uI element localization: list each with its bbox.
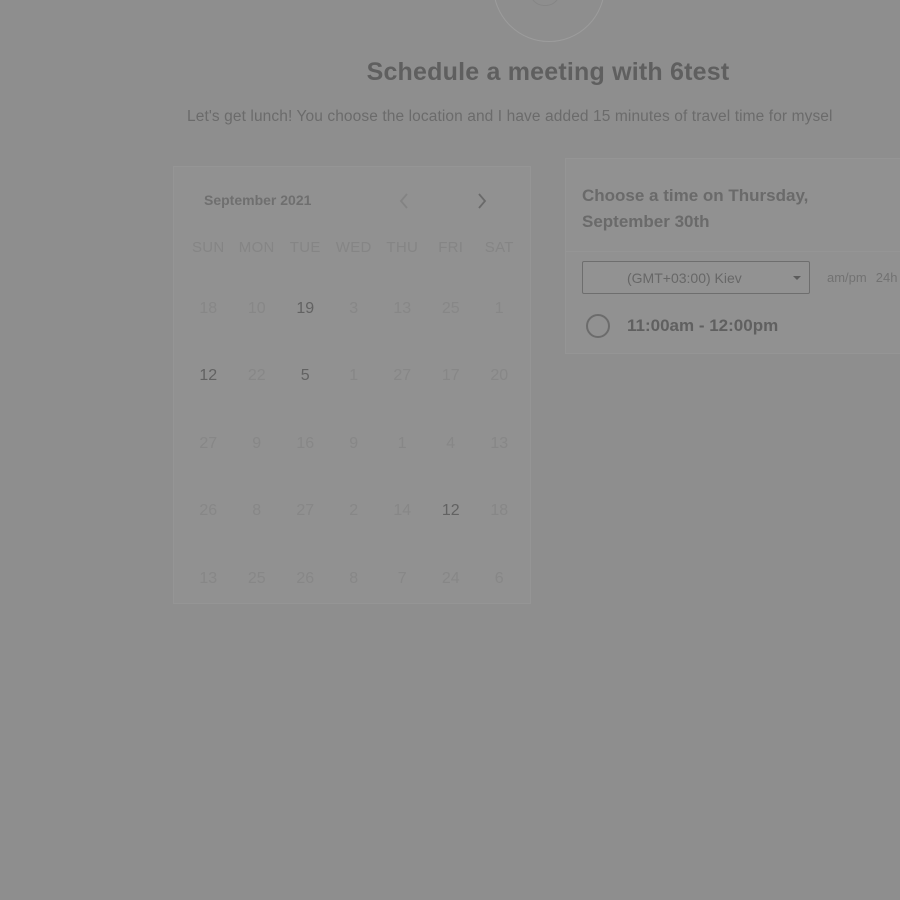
calendar-day[interactable]: 20 [475, 367, 524, 385]
avatar [493, 0, 605, 42]
calendar-week-row: 26 8 27 2 14 12 18 [184, 478, 524, 546]
calendar-day[interactable]: 3 [330, 300, 379, 318]
calendar-day-available[interactable]: 12 [427, 502, 476, 520]
format-24h-option[interactable]: 24h [876, 270, 898, 285]
calendar-day[interactable]: 14 [378, 502, 427, 520]
chevron-right-icon [478, 193, 487, 209]
radio-icon[interactable] [586, 314, 610, 338]
calendar-day[interactable]: 13 [184, 570, 233, 588]
next-month-button[interactable] [466, 185, 498, 217]
weekday-label: WED [335, 239, 372, 256]
time-slot-label: 11:00am - 12:00pm [627, 316, 779, 335]
calendar-day[interactable]: 8 [330, 570, 379, 588]
calendar-week-row: 12 22 5 1 27 17 20 [184, 343, 524, 411]
weekday-label: SAT [484, 239, 514, 256]
calendar-day[interactable]: 13 [475, 435, 524, 453]
calendar-day-available[interactable]: 5 [281, 367, 330, 385]
calendar-month-label: September 2021 [204, 192, 312, 208]
weekday-label: THU [386, 239, 419, 256]
calendar-day[interactable]: 9 [330, 435, 379, 453]
calendar-day[interactable]: 24 [427, 570, 476, 588]
calendar-day[interactable]: 25 [233, 570, 282, 588]
calendar-day[interactable]: 1 [330, 367, 379, 385]
weekday-header-row: SUN MON TUE WED THU FRI SAT [184, 239, 524, 256]
calendar-week-row: 27 9 16 9 1 4 13 [184, 410, 524, 478]
calendar-day[interactable]: 17 [427, 367, 476, 385]
calendar-day-available[interactable]: 19 [281, 300, 330, 318]
calendar-day[interactable]: 26 [281, 570, 330, 588]
calendar-day[interactable]: 27 [281, 502, 330, 520]
calendar-day[interactable]: 16 [281, 435, 330, 453]
timezone-select[interactable]: (GMT+03:00) Kiev [582, 261, 810, 294]
time-slot-option[interactable]: 11:00am - 12:00pm [586, 314, 778, 338]
calendar-day[interactable]: 22 [233, 367, 282, 385]
weekday-label: TUE [289, 239, 321, 256]
calendar-day[interactable]: 1 [378, 435, 427, 453]
calendar-day[interactable]: 26 [184, 502, 233, 520]
calendar-day[interactable]: 18 [184, 300, 233, 318]
page-title: Schedule a meeting with 6test [366, 58, 730, 86]
calendar-week-row: 18 10 19 3 13 25 1 [184, 275, 524, 343]
timezone-value: (GMT+03:00) Kiev [627, 270, 742, 286]
calendar-day[interactable]: 6 [475, 570, 524, 588]
page-subtitle: Let's get lunch! You choose the location… [187, 108, 833, 125]
time-slots-panel: Choose a time on Thursday, September 30t… [565, 158, 900, 354]
time-format-toggle: am/pm 24h [827, 270, 897, 285]
calendar-day[interactable]: 9 [233, 435, 282, 453]
previous-month-button[interactable] [388, 185, 420, 217]
calendar-day-grid: 18 10 19 3 13 25 1 12 22 5 1 27 17 20 27… [184, 275, 524, 613]
time-slots-heading: Choose a time on Thursday, September 30t… [582, 186, 809, 231]
calendar-panel: September 2021 SUN MON TUE WED THU FRI S… [173, 166, 531, 604]
calendar-day[interactable]: 25 [427, 300, 476, 318]
calendar-day-available[interactable]: 12 [184, 367, 233, 385]
weekday-label: FRI [438, 239, 464, 256]
calendar-day[interactable]: 18 [475, 502, 524, 520]
calendar-week-row: 13 25 26 8 7 24 6 [184, 545, 524, 613]
calendar-day[interactable]: 13 [378, 300, 427, 318]
format-12h-option[interactable]: am/pm [827, 270, 867, 285]
chevron-left-icon [399, 193, 408, 209]
weekday-label: SUN [191, 239, 225, 256]
calendar-day[interactable]: 2 [330, 502, 379, 520]
calendar-day[interactable]: 27 [184, 435, 233, 453]
calendar-day[interactable]: 7 [378, 570, 427, 588]
calendar-day[interactable]: 8 [233, 502, 282, 520]
weekday-label: MON [238, 239, 275, 256]
calendar-day[interactable]: 10 [233, 300, 282, 318]
divider [566, 251, 900, 252]
caret-down-icon [793, 276, 801, 280]
calendar-day[interactable]: 4 [427, 435, 476, 453]
avatar-icon [530, 0, 560, 6]
calendar-day[interactable]: 1 [475, 300, 524, 318]
scheduling-page: Schedule a meeting with 6test Let's get … [0, 0, 900, 900]
calendar-day[interactable]: 27 [378, 367, 427, 385]
